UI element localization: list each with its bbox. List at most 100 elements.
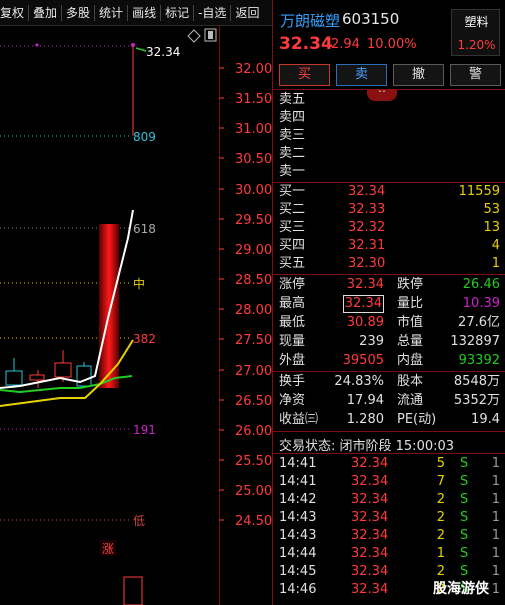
watermark: 股海游侠 xyxy=(433,581,489,597)
level-809-label: 809 xyxy=(133,130,156,144)
price-tick: 29.50 xyxy=(235,213,272,228)
candle xyxy=(29,374,45,381)
sector-badge[interactable]: 塑料 1.20% xyxy=(451,9,500,56)
bid-row[interactable]: 买一 32.34 11559 xyxy=(273,183,505,201)
ask-row: 卖五 xyxy=(273,91,505,109)
sell-button[interactable]: 卖 xyxy=(336,64,387,86)
toolbar-draw-line[interactable]: 画线 xyxy=(128,0,160,26)
toolbar-overlay[interactable]: 叠加 xyxy=(29,0,61,26)
stat-value: 26.46 xyxy=(462,277,500,292)
bid-row[interactable]: 买二 32.33 53 xyxy=(273,201,505,219)
tick-time: 14:43 xyxy=(279,510,317,525)
bid-volume: 4 xyxy=(491,238,500,253)
diamond-icon[interactable] xyxy=(187,29,201,43)
stat-label: 现量 xyxy=(279,334,306,349)
price-tick: 25.00 xyxy=(235,484,272,499)
stat-value: 239 xyxy=(359,334,384,349)
tick-price: 32.34 xyxy=(351,546,389,561)
price-tick: 26.50 xyxy=(235,394,272,409)
candle xyxy=(54,362,72,378)
alert-button[interactable]: 警 xyxy=(450,64,501,86)
tick-price: 32.34 xyxy=(351,456,389,471)
price-change: 2.94 xyxy=(331,37,360,52)
stat-turnover: 换手 24.83% xyxy=(279,372,384,391)
stat-label: 换手 xyxy=(279,374,306,389)
stat-share-capital: 股本 8548万 xyxy=(397,372,500,391)
tick-count: 1 xyxy=(491,546,500,561)
last-price: 32.34 xyxy=(279,34,333,54)
tick-count: 1 xyxy=(491,510,500,525)
tick-time: 14:45 xyxy=(279,564,317,579)
kline-chart-area[interactable]: 复权 叠加 多股 统计 画线 标记 -自选 返回 32.00 31.50 31.… xyxy=(0,0,272,605)
stat-value: 27.6亿 xyxy=(458,315,500,330)
tick-row: 14:41 32.34 5 S 1 xyxy=(273,455,505,473)
tick-price: 32.34 xyxy=(351,582,389,597)
tick-time: 14:44 xyxy=(279,546,317,561)
price-axis-labels: 32.00 31.50 31.00 30.50 30.00 29.50 29.0… xyxy=(235,62,272,529)
price-tick: 26.00 xyxy=(235,424,272,439)
tick-time: 14:42 xyxy=(279,492,317,507)
bid-volume: 11559 xyxy=(458,184,500,199)
bid-row[interactable]: 买四 32.31 4 xyxy=(273,237,505,255)
toolbar-multi-stock[interactable]: 多股 xyxy=(62,0,94,26)
stock-name[interactable]: 万朗磁塑 xyxy=(280,10,340,31)
candles xyxy=(5,224,119,388)
tick-side: S xyxy=(460,456,469,471)
sector-name: 塑料 xyxy=(464,15,489,29)
tick-row: 14:43 32.34 2 S 1 xyxy=(273,527,505,545)
bid-price: 32.30 xyxy=(348,256,386,271)
toolbar-statistics[interactable]: 统计 xyxy=(95,0,127,26)
tick-count: 1 xyxy=(491,528,500,543)
tick-row: 14:42 32.34 2 S 1 xyxy=(273,491,505,509)
level-low-label: 低 xyxy=(133,514,145,528)
tick-side: S xyxy=(460,528,469,543)
buy-button[interactable]: 买 xyxy=(279,64,330,86)
ask-label: 卖二 xyxy=(279,146,306,161)
stat-value: 32.34 xyxy=(346,277,384,292)
tick-count: 1 xyxy=(491,474,500,489)
chart-toolbar: 复权 叠加 多股 统计 画线 标记 -自选 返回 xyxy=(0,0,272,26)
tick-price: 32.34 xyxy=(351,528,389,543)
stat-label: 内盘 xyxy=(397,353,424,368)
tick-price: 32.34 xyxy=(351,492,389,507)
bid-volume: 1 xyxy=(491,256,500,271)
toolbar-mark[interactable]: 标记 xyxy=(161,0,193,26)
quote-panel: 万朗磁塑 603150 塑料 1.20% 32.34 2.94 10.00% 买… xyxy=(272,0,505,605)
level-mid-label: 中 xyxy=(133,276,145,291)
tick-side: S xyxy=(460,510,469,525)
ask-label: 卖一 xyxy=(279,164,306,179)
tick-volume: 2 xyxy=(436,492,445,507)
price-tick: 24.50 xyxy=(235,514,272,529)
stat-eps: 收益㈢ 1.280 xyxy=(279,410,384,429)
level-618-label: 618 xyxy=(133,222,156,236)
toolbar-remove-watchlist[interactable]: -自选 xyxy=(194,0,230,26)
bid-row[interactable]: 买五 32.30 1 xyxy=(273,255,505,273)
tick-volume: 2 xyxy=(436,528,445,543)
stat-label: PE(动) xyxy=(397,412,437,427)
stat-value: 17.94 xyxy=(346,393,384,408)
candle xyxy=(5,370,23,386)
toolbar-back[interactable]: 返回 xyxy=(231,0,263,26)
marker-dot xyxy=(35,43,39,47)
ask-row: 卖二 xyxy=(273,145,505,163)
tick-time: 14:43 xyxy=(279,528,317,543)
bid-label: 买二 xyxy=(279,202,306,217)
tick-row: 14:44 32.34 1 S 1 xyxy=(273,545,505,563)
bid-row[interactable]: 买三 32.32 13 xyxy=(273,219,505,237)
bid-volume: 13 xyxy=(483,220,500,235)
kline-chart-svg[interactable]: 32.00 31.50 31.00 30.50 30.00 29.50 29.0… xyxy=(0,26,272,605)
tick-count: 1 xyxy=(491,456,500,471)
bid-volume: 53 xyxy=(483,202,500,217)
stat-total-volume: 总量 132897 xyxy=(397,332,500,351)
cancel-order-button[interactable]: 撤 xyxy=(393,64,444,86)
square-icon[interactable] xyxy=(204,28,217,42)
tick-volume: 2 xyxy=(436,510,445,525)
divider xyxy=(273,453,505,454)
stat-float-shares: 流通 5352万 xyxy=(397,391,500,410)
toolbar-fuquan[interactable]: 复权 xyxy=(0,0,28,26)
stat-market-cap: 市值 27.6亿 xyxy=(397,313,500,332)
stat-value: 1.280 xyxy=(346,412,384,427)
price-tick: 27.00 xyxy=(235,364,272,379)
stat-label: 量比 xyxy=(397,296,424,311)
tick-count: 1 xyxy=(491,564,500,579)
